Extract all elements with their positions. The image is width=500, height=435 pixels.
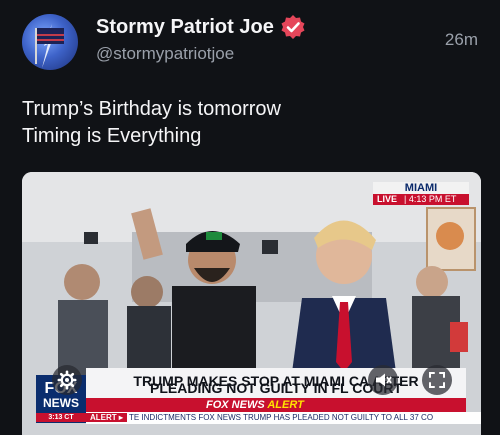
video-player[interactable]: MIAMI LIVE | 4:13 PM ET TRUMP MAKES STOP… bbox=[22, 172, 481, 435]
ticker-alert-label: ALERT ▸ bbox=[86, 413, 127, 422]
logo-clock: 3:13 CT bbox=[36, 413, 86, 422]
post-text: Trump’s Birthday is tomorrow Timing is E… bbox=[22, 96, 281, 150]
subline-brand: FOX NEWS bbox=[206, 399, 265, 411]
location-label: MIAMI bbox=[373, 182, 469, 194]
speaker-mute-icon bbox=[376, 373, 392, 387]
ticker-text: TE INDICTMENTS FOX NEWS TRUMP HAS PLEADE… bbox=[128, 413, 434, 422]
live-label: LIVE bbox=[373, 194, 402, 205]
headline-line: PLEADING NOT GUILTY IN FL COURT bbox=[150, 380, 402, 396]
video-settings-button[interactable] bbox=[52, 365, 82, 395]
location-bug: MIAMI LIVE | 4:13 PM ET bbox=[373, 182, 469, 205]
user-handle[interactable]: @stormypatriotjoe bbox=[96, 44, 234, 64]
post-card: Stormy Patriot Joe @stormypatriotjoe 26m… bbox=[0, 0, 500, 435]
gear-icon bbox=[57, 370, 77, 390]
subline-alert: ALERT bbox=[267, 399, 304, 411]
logo-news-text: NEWS bbox=[43, 396, 79, 410]
news-ticker: ALERT ▸ TE INDICTMENTS FOX NEWS TRUMP HA… bbox=[86, 412, 481, 424]
news-subline: PLEADING NOT GUILTY IN FL COURT FOX NEWS… bbox=[86, 381, 466, 412]
post-text-line: Timing is Everything bbox=[22, 125, 202, 147]
avatar-flag-image bbox=[35, 24, 64, 68]
verified-badge-icon bbox=[281, 15, 305, 39]
post-timestamp: 26m bbox=[444, 30, 478, 49]
mute-button[interactable] bbox=[368, 365, 398, 395]
live-time: | 4:13 PM ET bbox=[401, 194, 469, 205]
fullscreen-icon bbox=[429, 372, 445, 388]
avatar[interactable] bbox=[22, 14, 78, 70]
fullscreen-button[interactable] bbox=[422, 365, 452, 395]
post-text-line: Trump’s Birthday is tomorrow bbox=[22, 98, 281, 120]
display-name[interactable]: Stormy Patriot Joe bbox=[96, 16, 274, 39]
